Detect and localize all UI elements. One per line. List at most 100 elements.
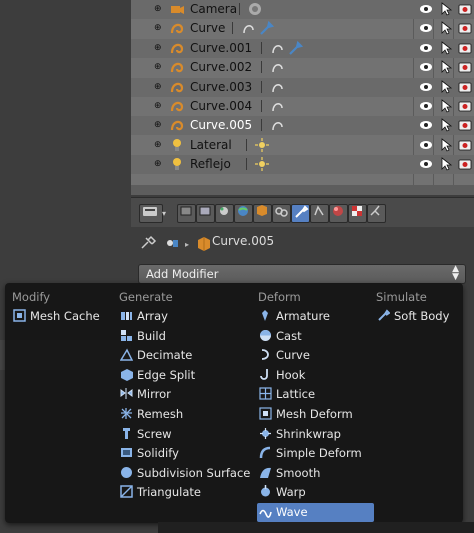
- visibility-eye-icon[interactable]: [419, 2, 433, 16]
- outliner-item-name[interactable]: Curve: [190, 21, 225, 35]
- curve-icon: [261, 349, 269, 361]
- selectable-cursor-icon[interactable]: [439, 137, 453, 152]
- outliner-item-name[interactable]: Camera: [190, 2, 237, 16]
- modifier-wrench-icon[interactable]: [258, 20, 274, 36]
- render-camera-icon[interactable]: [458, 118, 472, 132]
- outliner-row[interactable]: ⊕ Curve.004: [131, 97, 474, 116]
- expand-icon[interactable]: ⊕: [154, 120, 162, 130]
- outliner-panel: ⊕ Camera ⊕ Curve ⊕ Curve.001 ⊕ Curve.002 ⊕ Curve.…: [131, 0, 474, 192]
- visibility-eye-icon[interactable]: [419, 99, 433, 113]
- visibility-eye-icon[interactable]: [419, 157, 433, 171]
- add-modifier-dropdown[interactable]: Add Modifier ▲ ▼: [138, 264, 466, 284]
- wave-icon: [259, 509, 272, 518]
- render-camera-icon[interactable]: [458, 41, 472, 55]
- menu-item-label: Wave: [276, 505, 308, 519]
- expand-icon[interactable]: ⊕: [154, 159, 162, 169]
- curve-icon: [170, 82, 184, 92]
- outliner-item-name[interactable]: Reflejo: [190, 157, 231, 171]
- separator: [232, 22, 233, 35]
- outliner-row[interactable]: ⊕ Curve: [131, 19, 474, 38]
- separator: [260, 61, 262, 74]
- expand-icon[interactable]: ⊕: [154, 4, 162, 14]
- visibility-eye-icon[interactable]: [419, 41, 433, 55]
- curve-data-icon[interactable]: [269, 59, 285, 75]
- outliner-item-name[interactable]: Curve.005: [190, 118, 252, 132]
- render-camera-icon[interactable]: [458, 21, 472, 35]
- menu-item-wave[interactable]: Wave: [257, 503, 374, 522]
- modifier-wrench-icon[interactable]: [287, 40, 303, 56]
- expand-icon[interactable]: ⊕: [154, 140, 162, 150]
- lamp-data-icon[interactable]: [254, 156, 270, 172]
- menu-item-label: Cast: [276, 328, 302, 343]
- outliner-row[interactable]: ⊕ Curve.001: [131, 38, 474, 58]
- curve-object-icon: [198, 237, 210, 251]
- curve-data-icon[interactable]: [269, 98, 285, 114]
- outliner-row[interactable]: ⊕ Reflejo: [131, 155, 474, 175]
- triangulate-icon: [120, 485, 133, 499]
- curve-data-icon[interactable]: [269, 117, 285, 133]
- expand-icon[interactable]: ⊕: [154, 23, 162, 33]
- outliner-item-name[interactable]: Lateral: [190, 138, 232, 152]
- breadcrumb: ▸: [131, 229, 474, 257]
- edge-split-icon: [121, 368, 133, 381]
- outliner-item-name[interactable]: Curve.004: [190, 99, 252, 113]
- render-camera-icon[interactable]: [458, 138, 472, 152]
- visibility-eye-icon[interactable]: [419, 21, 433, 35]
- remesh-icon: [121, 408, 132, 419]
- render-camera-icon[interactable]: [458, 60, 472, 74]
- menu-item-label: Build: [137, 328, 166, 343]
- selectable-cursor-icon[interactable]: [439, 79, 453, 94]
- outliner-row[interactable]: ⊕ Camera: [131, 0, 474, 19]
- menu-item-label: Hook: [276, 367, 306, 382]
- pin-icon[interactable]: ▸: [140, 234, 200, 252]
- selectable-cursor-icon[interactable]: [439, 60, 453, 74]
- outliner-row[interactable]: ⊕ Curve.003: [131, 77, 474, 97]
- outliner-row[interactable]: ⊕ Lateral: [131, 136, 474, 155]
- outliner-item-name[interactable]: Curve.002: [190, 60, 252, 74]
- menu-item-label: Smooth: [276, 465, 321, 480]
- menu-item-label: Screw: [137, 426, 172, 441]
- expand-icon[interactable]: ⊕: [154, 43, 162, 53]
- menu-item-label: Simple Deform: [276, 446, 362, 461]
- expand-icon[interactable]: ⊕: [154, 62, 162, 72]
- visibility-eye-icon[interactable]: [419, 118, 433, 132]
- expand-icon[interactable]: ⊕: [154, 101, 162, 111]
- screw-icon: [123, 427, 130, 439]
- render-camera-icon[interactable]: [458, 2, 472, 16]
- smooth-icon: [260, 467, 271, 478]
- outliner-row[interactable]: ⊕ Curve.002: [131, 58, 474, 77]
- separator: [246, 138, 248, 151]
- selectable-cursor-icon[interactable]: [439, 21, 453, 35]
- selectable-cursor-icon[interactable]: [439, 2, 453, 16]
- curve-data-icon[interactable]: [269, 79, 285, 95]
- curve-data-icon[interactable]: [240, 20, 256, 36]
- render-camera-icon[interactable]: [458, 157, 472, 171]
- mesh-cache-icon: [13, 309, 26, 322]
- build-icon: [121, 329, 132, 341]
- camera-data-icon[interactable]: [247, 1, 263, 17]
- menu-heading-deform: Deform: [258, 290, 301, 304]
- render-camera-icon[interactable]: [458, 99, 472, 113]
- curve-icon: [170, 43, 184, 54]
- visibility-eye-icon[interactable]: [419, 138, 433, 152]
- selectable-cursor-icon[interactable]: [439, 40, 453, 55]
- menu-item-label: Edge Split: [137, 367, 196, 382]
- curve-icon: [170, 63, 184, 73]
- outliner-item-name[interactable]: Curve.001: [190, 41, 252, 55]
- background-panel-bottom: [158, 522, 474, 533]
- visibility-eye-icon[interactable]: [419, 60, 433, 74]
- soft-body-icon: [378, 309, 390, 321]
- selectable-cursor-icon[interactable]: [439, 157, 453, 171]
- menu-heading-modify: Modify: [12, 290, 51, 304]
- curve-data-icon[interactable]: [269, 40, 285, 56]
- outliner-row[interactable]: ⊕ Curve.005: [131, 116, 474, 136]
- selectable-cursor-icon[interactable]: [439, 99, 453, 113]
- visibility-eye-icon[interactable]: [419, 80, 433, 94]
- menu-item-label: Subdivision Surface: [137, 465, 251, 480]
- selectable-cursor-icon[interactable]: [439, 118, 453, 132]
- lamp-data-icon[interactable]: [254, 137, 270, 153]
- menu-item-label: Soft Body: [394, 309, 450, 323]
- outliner-item-name[interactable]: Curve.003: [190, 80, 252, 94]
- render-camera-icon[interactable]: [458, 80, 472, 94]
- expand-icon[interactable]: ⊕: [154, 82, 162, 92]
